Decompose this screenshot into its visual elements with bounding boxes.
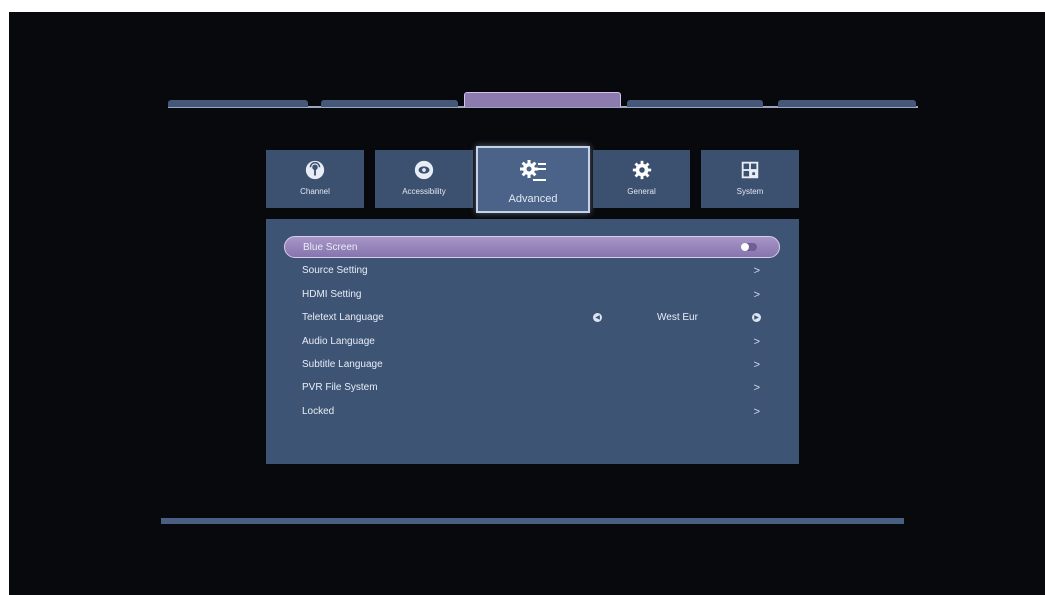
chevron-right-icon: > xyxy=(753,336,760,348)
chevron-right-icon: > xyxy=(753,289,760,301)
teletext-language-value: West Eur xyxy=(657,312,698,323)
setting-audio-language[interactable]: Audio Language > xyxy=(284,331,780,353)
top-tab-5[interactable] xyxy=(778,100,916,107)
setting-label: Source Setting xyxy=(302,265,368,276)
setting-pvr-file-system[interactable]: PVR File System > xyxy=(284,377,780,399)
chevron-right-icon: > xyxy=(753,265,760,277)
setting-locked[interactable]: Locked > xyxy=(284,401,780,423)
channel-icon xyxy=(305,160,325,180)
category-channel[interactable]: Channel xyxy=(266,150,364,208)
setting-label: HDMI Setting xyxy=(302,289,362,300)
setting-subtitle-language[interactable]: Subtitle Language > xyxy=(284,354,780,376)
top-tab-3-active[interactable] xyxy=(464,92,621,107)
chevron-right-icon: > xyxy=(753,406,760,418)
setting-hdmi-setting[interactable]: HDMI Setting > xyxy=(284,284,780,306)
bottom-status-bar xyxy=(161,518,904,524)
chevron-right-icon: > xyxy=(753,359,760,371)
top-tab-1[interactable] xyxy=(168,100,308,107)
setting-source-setting[interactable]: Source Setting > xyxy=(284,260,780,282)
toggle-knob xyxy=(741,243,749,251)
setting-label: Locked xyxy=(302,406,335,417)
category-label: Accessibility xyxy=(402,187,446,196)
category-general[interactable]: General xyxy=(593,150,690,208)
top-tab-2[interactable] xyxy=(321,100,458,107)
setting-label: Audio Language xyxy=(302,336,375,347)
category-accessibility[interactable]: Accessibility xyxy=(375,150,473,208)
setting-label: Teletext Language xyxy=(302,312,384,323)
blue-screen-toggle[interactable] xyxy=(741,243,757,251)
top-tab-4[interactable] xyxy=(627,100,763,107)
category-label: Channel xyxy=(300,187,330,196)
arrow-left-icon[interactable]: ◀ xyxy=(593,313,602,322)
category-label: System xyxy=(736,187,764,196)
setting-teletext-language[interactable]: Teletext Language ◀ West Eur ▶ xyxy=(284,307,780,329)
setting-label: PVR File System xyxy=(302,382,378,393)
advanced-settings-icon xyxy=(520,160,546,181)
setting-label: Blue Screen xyxy=(303,242,358,253)
gear-icon xyxy=(632,160,651,180)
category-system[interactable]: System xyxy=(701,150,799,208)
category-advanced[interactable]: Advanced xyxy=(476,146,590,213)
system-grid-icon xyxy=(741,161,759,179)
eye-icon xyxy=(414,160,434,180)
category-label: Advanced xyxy=(508,193,558,205)
settings-panel: Blue Screen Source Setting > HDMI Settin… xyxy=(266,219,799,464)
arrow-right-icon[interactable]: ▶ xyxy=(752,313,761,322)
setting-blue-screen[interactable]: Blue Screen xyxy=(284,236,780,258)
top-tab-strip xyxy=(168,92,918,112)
chevron-right-icon: > xyxy=(753,382,760,394)
setting-label: Subtitle Language xyxy=(302,359,383,370)
category-label: General xyxy=(627,187,656,196)
